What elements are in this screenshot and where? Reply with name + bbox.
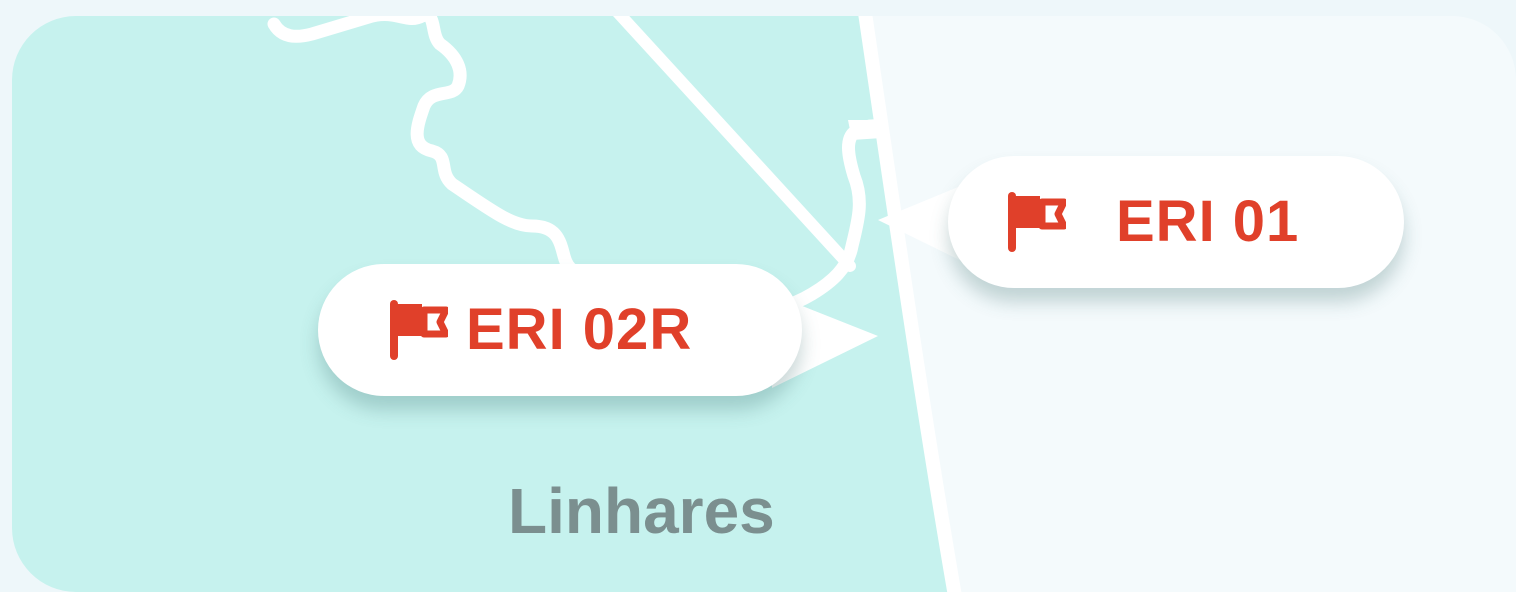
flag-icon — [1008, 192, 1066, 252]
flag-icon — [390, 300, 448, 360]
marker-callout-eri-02r[interactable]: ERI 02R — [318, 264, 802, 396]
marker-label-eri-01: ERI 01 — [1116, 189, 1300, 254]
marker-label-eri-02r: ERI 02R — [466, 297, 693, 362]
map-view[interactable]: Linhares ERI 02R ERI 01 — [12, 16, 1516, 592]
marker-callout-eri-01[interactable]: ERI 01 — [948, 156, 1404, 288]
place-label-linhares: Linhares — [508, 475, 775, 547]
boundary-node — [848, 120, 882, 140]
